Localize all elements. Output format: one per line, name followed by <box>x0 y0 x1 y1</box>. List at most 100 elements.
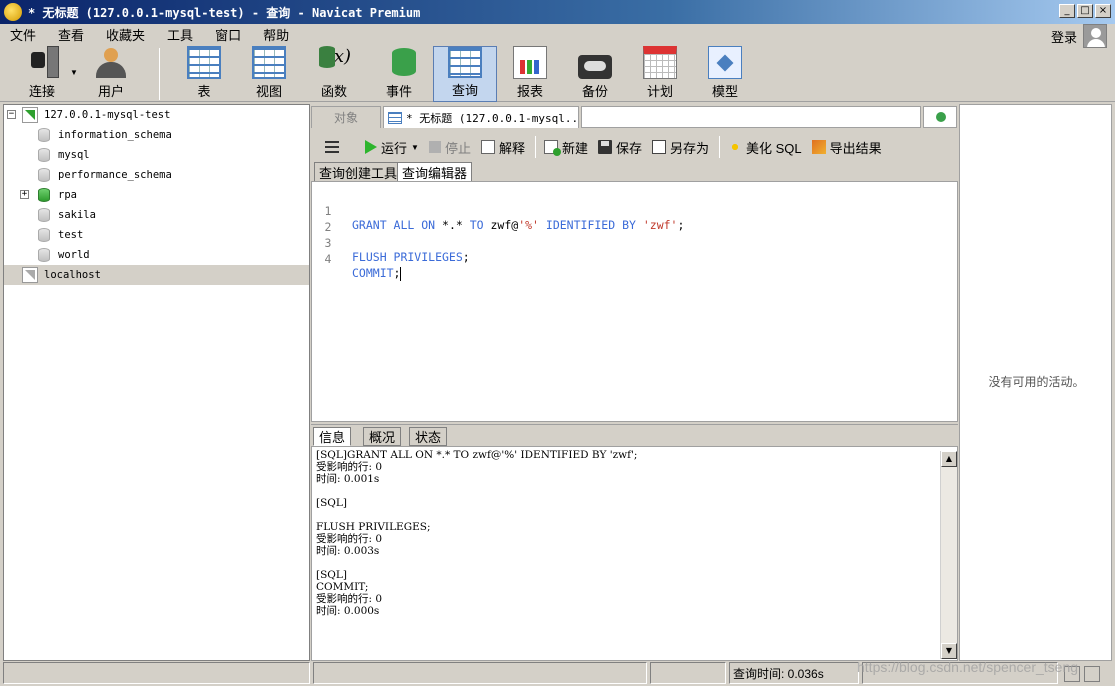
toolbar-label: 查询 <box>451 83 478 98</box>
tree-item-connection-localhost[interactable]: localhost <box>4 265 309 285</box>
tree-item-label: world <box>58 249 90 261</box>
explain-label: 解释 <box>498 140 525 156</box>
tab-strip-empty <box>581 106 921 128</box>
menu-file[interactable]: 文件 <box>0 25 48 44</box>
table-icon <box>187 46 221 79</box>
tree-item-database[interactable]: test <box>4 225 309 245</box>
export-icon <box>811 140 826 154</box>
menu-view[interactable]: 查看 <box>48 25 96 44</box>
query-toolbar: 运行 ▼ 停止 解释 新建 保存 另存为 美化 SQL 导出结果 <box>311 130 958 164</box>
toolbar-label: 视图 <box>255 84 282 99</box>
beautify-sql-button[interactable]: 美化 SQL <box>728 138 802 157</box>
sql-keyword: COMMIT <box>352 266 394 280</box>
toolbar-label: 用户 <box>97 84 124 99</box>
toolbar-schedule-button[interactable]: 计划 <box>628 46 692 102</box>
new-icon <box>543 140 561 156</box>
user-icon <box>94 46 128 79</box>
tree-item-database[interactable]: performance_schema <box>4 165 309 185</box>
status-cell <box>3 662 310 684</box>
tree-item-label: rpa <box>58 189 77 201</box>
tree-item-database[interactable]: world <box>4 245 309 265</box>
save-button[interactable]: 保存 <box>597 138 642 157</box>
toolbar-user-button[interactable]: 用户 <box>79 46 143 102</box>
new-tab-button[interactable] <box>923 106 957 128</box>
toolbar-label: 表 <box>197 84 211 99</box>
login-label: 登录 <box>1050 29 1077 45</box>
toolbar-model-button[interactable]: 模型 <box>693 46 757 102</box>
database-icon <box>38 128 50 142</box>
message-output[interactable]: [SQL]GRANT ALL ON *.* TO zwf@'%' IDENTIF… <box>311 446 958 661</box>
database-icon <box>38 168 50 182</box>
message-line: [SQL]GRANT ALL ON *.* TO zwf@'%' IDENTIF… <box>316 449 638 461</box>
title-bar: * 无标题 (127.0.0.1-mysql-test) - 查询 - Navi… <box>0 0 1115 24</box>
tab-query-editor[interactable]: 查询编辑器 <box>397 162 473 182</box>
explain-button[interactable]: 解释 <box>480 138 525 157</box>
expand-icon[interactable]: + <box>20 190 29 199</box>
tree-item-database[interactable]: mysql <box>4 145 309 165</box>
document-tabs: 对象 * 无标题 (127.0.0.1-mysql... <box>311 104 958 128</box>
query-icon <box>448 47 482 78</box>
maximize-button[interactable]: □ <box>1077 4 1093 18</box>
status-cell <box>650 662 726 684</box>
toolbar-table-button[interactable]: 表 <box>172 46 236 102</box>
toolbar-event-button[interactable]: 事件 <box>367 46 431 102</box>
minimize-button[interactable]: _ <box>1059 4 1075 18</box>
tab-overview[interactable]: 概况 <box>363 427 402 446</box>
tree-item-database[interactable]: information_schema <box>4 125 309 145</box>
tab-query[interactable]: * 无标题 (127.0.0.1-mysql... <box>383 106 579 128</box>
toolbar-connect-button[interactable]: 连接 <box>10 46 74 102</box>
menu-favorites[interactable]: 收藏夹 <box>96 25 157 44</box>
sparkle-icon <box>728 140 743 154</box>
connect-dropdown-icon[interactable]: ▼ <box>70 68 78 77</box>
activity-pane: 没有可用的活动。 <box>959 104 1112 661</box>
tab-label: 对象 <box>333 111 358 125</box>
backup-icon <box>578 55 612 79</box>
tab-status[interactable]: 状态 <box>409 427 448 446</box>
tree-item-connection[interactable]: − 127.0.0.1-mysql-test <box>4 105 309 125</box>
close-button[interactable]: × <box>1095 4 1111 18</box>
menu-button[interactable] <box>325 141 343 153</box>
stop-label: 停止 <box>444 140 471 156</box>
toolbar-report-button[interactable]: 报表 <box>498 46 562 102</box>
tab-info[interactable]: 信息 <box>313 427 352 446</box>
vertical-scrollbar[interactable]: ▲ ▼ <box>940 451 957 659</box>
stop-button[interactable]: 停止 <box>428 138 471 157</box>
export-results-button[interactable]: 导出结果 <box>811 138 882 157</box>
menu-help[interactable]: 帮助 <box>253 25 301 44</box>
empty-activity-text: 没有可用的活动。 <box>988 375 1085 389</box>
menu-tools[interactable]: 工具 <box>157 25 205 44</box>
sql-text: ; <box>393 266 401 280</box>
message-line: 受影响的行: 0 <box>316 461 383 473</box>
main-toolbar: 连接 ▼ 用户 表 视图 f(x) 函数 事件 查询 报表 备份 计划 模型 <box>0 44 1115 102</box>
toolbar-function-button[interactable]: f(x) 函数 <box>302 46 366 102</box>
toolbar-label: 连接 <box>28 84 55 99</box>
menu-window[interactable]: 窗口 <box>205 25 253 44</box>
save-as-button[interactable]: 另存为 <box>652 138 709 157</box>
toolbar-separator <box>719 136 721 158</box>
tree-item-database[interactable]: sakila <box>4 205 309 225</box>
save-as-label: 另存为 <box>670 140 710 156</box>
mysql-connection-icon <box>22 107 38 123</box>
code-line: 3 FLUSH PRIVILEGES; <box>312 222 957 264</box>
detail-view-icon[interactable] <box>1084 666 1100 682</box>
scroll-down-icon[interactable]: ▼ <box>941 643 957 659</box>
sql-editor[interactable]: 1 GRANT ALL ON *.* TO zwf@'%' IDENTIFIED… <box>311 181 958 422</box>
new-query-button[interactable]: 新建 <box>543 138 588 157</box>
toolbar-backup-button[interactable]: 备份 <box>563 46 627 102</box>
status-cell <box>313 662 647 684</box>
tab-objects[interactable]: 对象 <box>311 106 381 128</box>
database-open-icon <box>38 188 50 202</box>
plug-icon <box>25 46 59 79</box>
collapse-icon[interactable]: − <box>7 110 16 119</box>
run-button[interactable]: 运行 ▼ <box>365 138 419 157</box>
toolbar-view-button[interactable]: 视图 <box>237 46 301 102</box>
save-icon <box>597 140 612 154</box>
tab-query-builder[interactable]: 查询创建工具 <box>314 162 403 182</box>
toolbar-query-button[interactable]: 查询 <box>433 46 497 102</box>
line-number: 4 <box>324 252 332 266</box>
run-dropdown-icon[interactable]: ▼ <box>411 143 419 152</box>
message-line: 时间: 0.001s <box>316 473 380 485</box>
tree-item-database[interactable]: + rpa <box>4 185 309 205</box>
scroll-up-icon[interactable]: ▲ <box>941 451 957 467</box>
text-cursor <box>400 266 402 281</box>
